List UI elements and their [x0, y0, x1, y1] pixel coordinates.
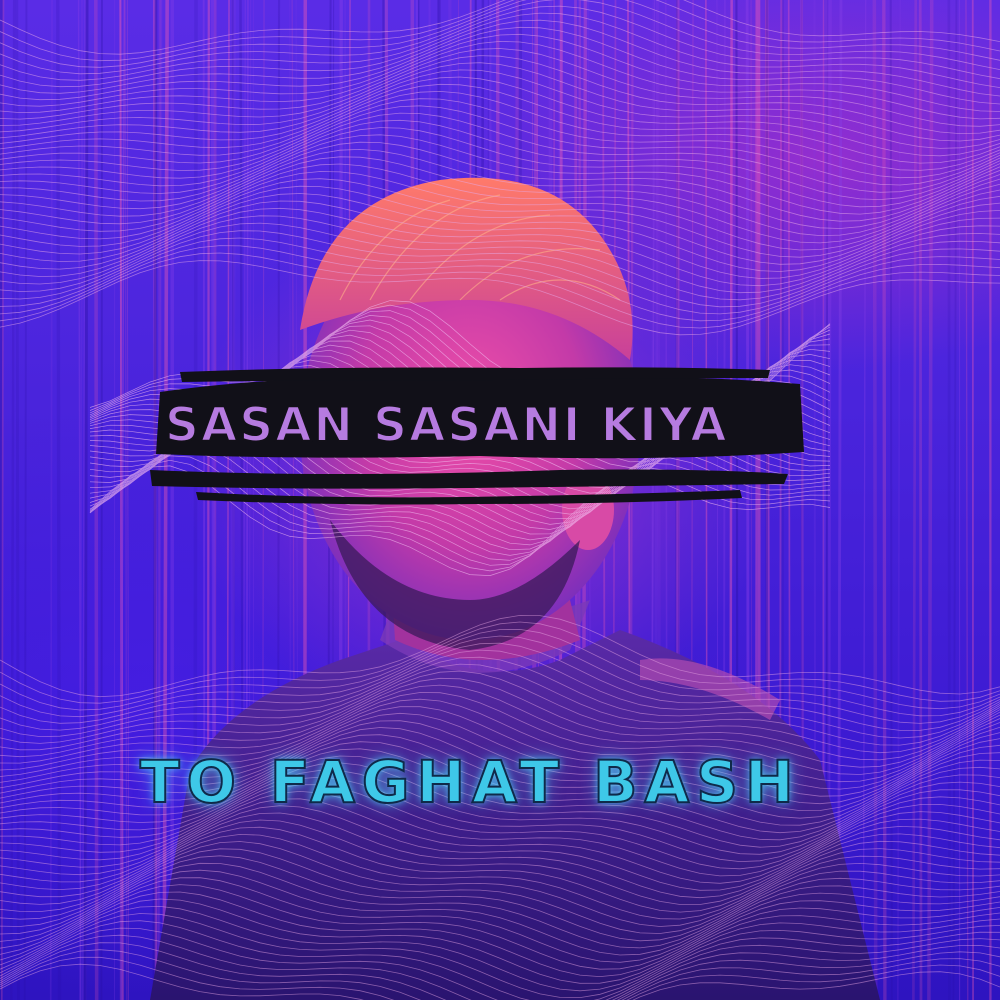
artist-name: SASAN SASANI KIYA: [164, 397, 729, 454]
portrait-figure: [150, 177, 880, 1000]
ear-shape: [562, 470, 614, 550]
album-cover: SASAN SASANI KIYA TO FAGHAT BASH: [0, 0, 1000, 1000]
song-title: TO FAGHAT BASH: [139, 747, 801, 817]
